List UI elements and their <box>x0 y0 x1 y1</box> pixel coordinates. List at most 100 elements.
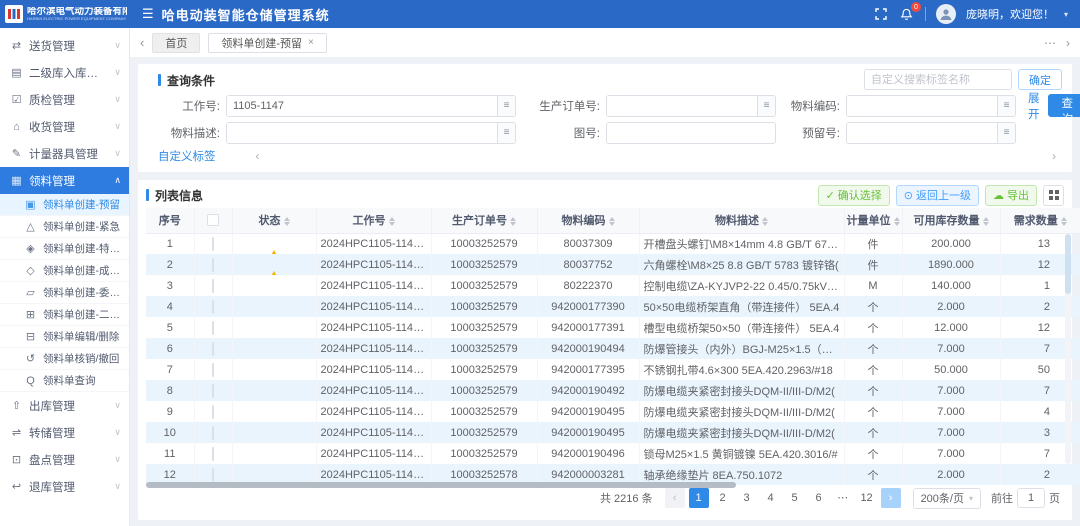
sidebar-item-outbound[interactable]: ⇧出库管理∨ <box>0 392 129 419</box>
row-checkbox[interactable] <box>212 426 214 440</box>
sidebar-item-return-warehouse[interactable]: ↩退库管理∨ <box>0 473 129 500</box>
sort-icon[interactable] <box>609 217 615 226</box>
sidebar-item-request-create-reserve[interactable]: ▣领料单创建-预留 <box>0 194 129 216</box>
sort-icon[interactable] <box>762 217 768 226</box>
column-header[interactable]: 生产订单号 <box>431 208 537 233</box>
tab-close-icon[interactable]: × <box>308 37 314 48</box>
drawing-no-input[interactable] <box>607 123 775 143</box>
sidebar-item-stocktake[interactable]: ⊡盘点管理∨ <box>0 446 129 473</box>
confirm-select-button[interactable]: ✓ 确认选择 <box>818 185 890 206</box>
goto-page-input[interactable] <box>1017 488 1045 508</box>
table-row[interactable]: 22024HPC1105-1147-21000325257980037752六角… <box>146 254 1080 275</box>
tab-home[interactable]: 首页 <box>152 33 200 53</box>
sidebar-item-request-create-outsourced[interactable]: ▱领料单创建-委外组件 <box>0 282 129 304</box>
sidebar-item-request-create-secondary[interactable]: ⊞领料单创建-二级库 <box>0 304 129 326</box>
row-checkbox[interactable] <box>212 468 214 482</box>
tabs-back-icon[interactable]: ‹ <box>140 35 144 50</box>
page-1[interactable]: 1 <box>689 488 709 508</box>
table-row[interactable]: 62024HPC1105-1147-2100032525799420001904… <box>146 338 1080 359</box>
tabs-forward-icon[interactable]: › <box>1066 36 1070 50</box>
sidebar-item-secondary-inbound-notice[interactable]: ▤二级库入库通知单∨ <box>0 59 129 86</box>
expand-link[interactable]: 展开 <box>1028 90 1040 122</box>
column-header[interactable]: 需求数量 <box>1000 208 1080 233</box>
sidebar-item-delivery[interactable]: ⇄送货管理∨ <box>0 32 129 59</box>
sidebar-item-quality[interactable]: ☑质检管理∨ <box>0 86 129 113</box>
sidebar-item-material-request[interactable]: ▦领料管理∧ <box>0 167 129 194</box>
row-checkbox[interactable] <box>212 258 214 272</box>
sort-icon[interactable] <box>983 217 989 226</box>
sidebar-item-receiving[interactable]: ⌂收货管理∨ <box>0 113 129 140</box>
sort-icon[interactable] <box>389 217 395 226</box>
page-prev-button[interactable]: ‹ <box>665 488 685 508</box>
user-menu-caret-icon[interactable]: ▾ <box>1064 10 1068 19</box>
row-checkbox[interactable] <box>212 363 214 377</box>
table-row[interactable]: 12024HPC1105-1147-21000325257980037309开槽… <box>146 233 1080 254</box>
table-row[interactable]: 112024HPC1105-1147-210003252579942000190… <box>146 443 1080 464</box>
tag-next-icon[interactable]: › <box>1052 149 1056 163</box>
sidebar-item-measuring-tools[interactable]: ✎计量器具管理∨ <box>0 140 129 167</box>
page-12[interactable]: 12 <box>857 488 877 508</box>
column-header[interactable]: 状态 <box>232 208 316 233</box>
sort-icon[interactable] <box>1061 217 1067 226</box>
reserve-no-input[interactable] <box>847 123 997 143</box>
page-5[interactable]: 5 <box>785 488 805 508</box>
row-checkbox[interactable] <box>212 237 214 251</box>
tabs-more-icon[interactable]: ⋯ <box>1044 36 1056 50</box>
tab-material-request-reserve[interactable]: 领料单创建-预留 × <box>208 33 327 53</box>
page-ellipsis[interactable]: ⋯ <box>833 488 853 508</box>
tag-prev-icon[interactable]: ‹ <box>256 149 260 163</box>
export-button[interactable]: ☁ 导出 <box>985 185 1037 206</box>
page-6[interactable]: 6 <box>809 488 829 508</box>
sidebar-item-request-query[interactable]: Q领料单查询 <box>0 370 129 392</box>
column-header[interactable]: 物料编码 <box>537 208 639 233</box>
page-2[interactable]: 2 <box>713 488 733 508</box>
row-checkbox[interactable] <box>212 447 214 461</box>
custom-tag-link[interactable]: 自定义标签 <box>158 148 216 164</box>
row-checkbox[interactable] <box>212 279 214 293</box>
row-checkbox[interactable] <box>212 384 214 398</box>
page-next-button[interactable]: › <box>881 488 901 508</box>
row-checkbox[interactable] <box>212 342 214 356</box>
column-header[interactable]: 工作号 <box>316 208 431 233</box>
notification-bell-icon[interactable]: 0 <box>899 6 915 22</box>
sort-icon[interactable] <box>284 217 290 226</box>
table-row[interactable]: 52024HPC1105-1147-2100032525799420001773… <box>146 317 1080 338</box>
sidebar-item-request-create-cost-center[interactable]: ◇领料单创建-成本中心 <box>0 260 129 282</box>
sort-icon[interactable] <box>894 217 900 226</box>
sidebar-item-request-create-urgent[interactable]: △领料单创建-紧急 <box>0 216 129 238</box>
filter-icon[interactable]: ≡ <box>757 96 775 116</box>
table-row[interactable]: 82024HPC1105-1147-2100032525799420001904… <box>146 380 1080 401</box>
sidebar-item-transfer[interactable]: ⇌转储管理∨ <box>0 419 129 446</box>
row-checkbox[interactable] <box>212 321 214 335</box>
search-button[interactable]: 查询 <box>1048 94 1080 117</box>
page-size-select[interactable]: 200条/页 ▾ <box>913 488 981 509</box>
table-row[interactable]: 72024HPC1105-1147-2100032525799420001773… <box>146 359 1080 380</box>
filter-icon[interactable]: ≡ <box>497 123 515 143</box>
select-all-checkbox[interactable] <box>207 214 219 226</box>
page-4[interactable]: 4 <box>761 488 781 508</box>
tag-confirm-button[interactable]: 确定 <box>1018 69 1062 90</box>
table-row[interactable]: 92024HPC1105-1147-2100032525799420001904… <box>146 401 1080 422</box>
work-no-input[interactable] <box>227 96 497 116</box>
column-header[interactable]: 物料描述 <box>639 208 844 233</box>
fullscreen-icon[interactable] <box>873 6 889 22</box>
filter-icon[interactable]: ≡ <box>997 123 1015 143</box>
sidebar-item-request-create-special-project[interactable]: ◈领料单创建-特殊项目 <box>0 238 129 260</box>
row-checkbox[interactable] <box>212 300 214 314</box>
column-header[interactable]: 计量单位 <box>844 208 902 233</box>
table-row[interactable]: 42024HPC1105-1147-2100032525799420001773… <box>146 296 1080 317</box>
material-code-input[interactable] <box>847 96 997 116</box>
sidebar-collapse-icon[interactable]: ☰ <box>142 6 154 22</box>
material-desc-input[interactable] <box>227 123 497 143</box>
sort-icon[interactable] <box>510 217 516 226</box>
row-checkbox[interactable] <box>212 405 214 419</box>
horizontal-scrollbar[interactable] <box>146 482 736 488</box>
filter-icon[interactable]: ≡ <box>997 96 1015 116</box>
tag-search-input[interactable] <box>864 69 1012 90</box>
sidebar-item-request-edit-delete[interactable]: ⊟领料单编辑/删除 <box>0 326 129 348</box>
page-3[interactable]: 3 <box>737 488 757 508</box>
sidebar-item-request-writeoff-recall[interactable]: ↺领料单核销/撤回 <box>0 348 129 370</box>
filter-icon[interactable]: ≡ <box>497 96 515 116</box>
user-avatar[interactable] <box>936 4 956 24</box>
production-order-no-input[interactable] <box>607 96 757 116</box>
